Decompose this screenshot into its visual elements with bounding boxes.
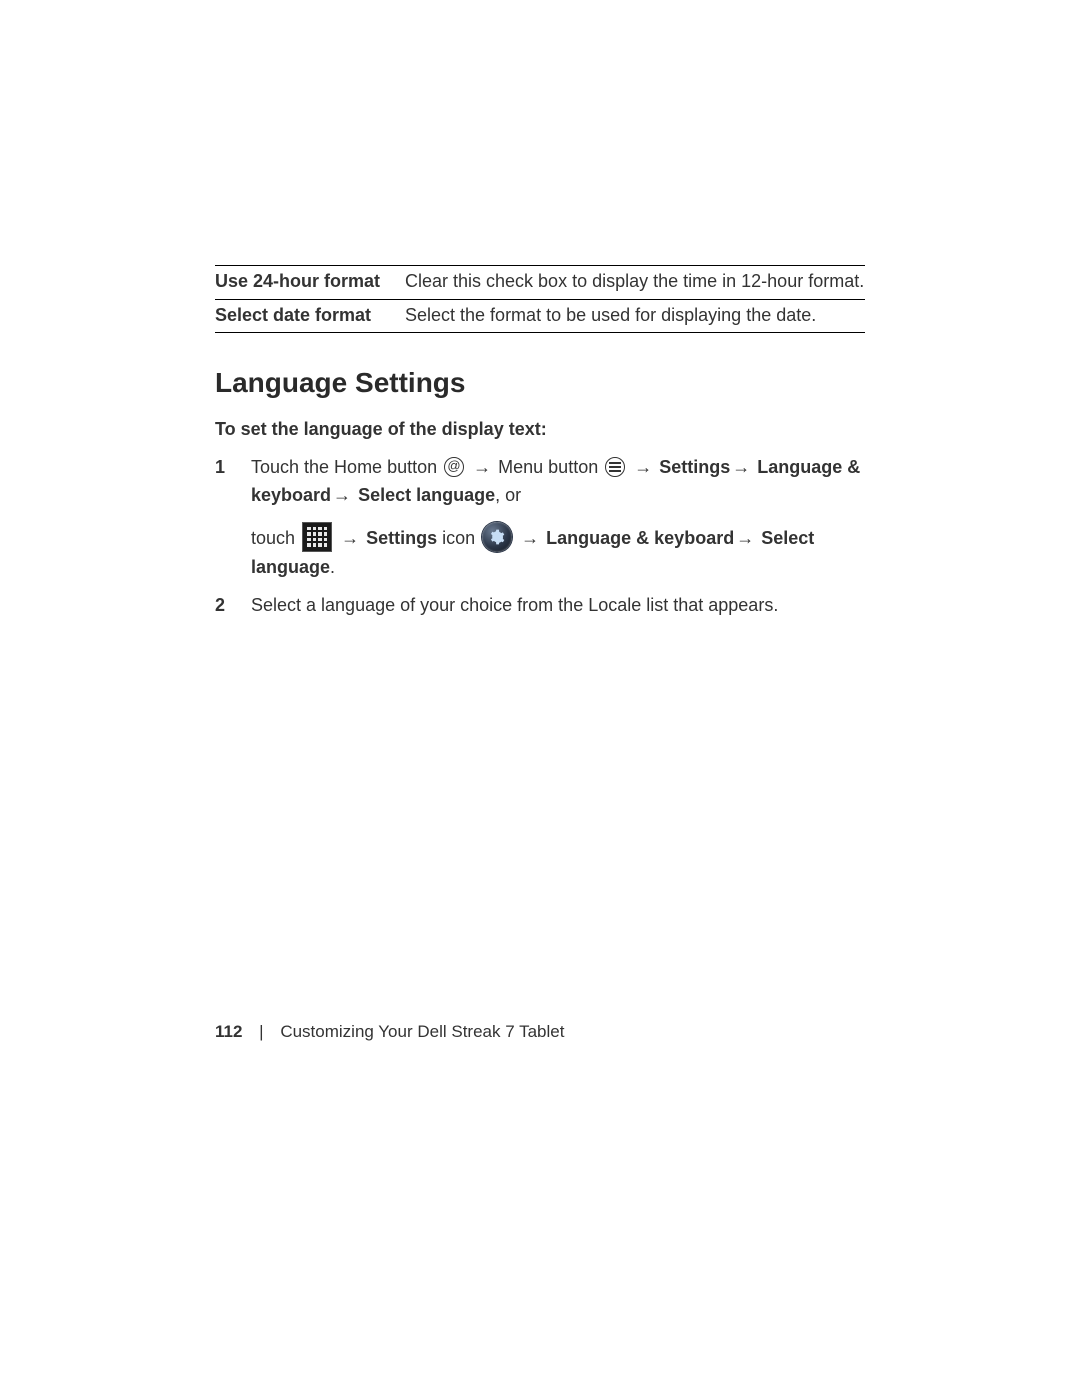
step-number: 1: [215, 454, 225, 482]
document-page: Use 24-hour format Clear this check box …: [0, 0, 1080, 1397]
footer-divider: |: [259, 1022, 263, 1041]
step-text-line2: touch → Settings icon → Language & keybo…: [251, 524, 865, 582]
setting-label: Select date format: [215, 299, 405, 333]
step-text: Select a language of your choice from th…: [251, 595, 778, 615]
home-icon: [444, 457, 464, 477]
table-row: Use 24-hour format Clear this check box …: [215, 266, 865, 300]
page-footer: 112 | Customizing Your Dell Streak 7 Tab…: [215, 1022, 564, 1042]
list-item: 2 Select a language of your choice from …: [215, 592, 865, 620]
arrow-icon: →: [730, 457, 752, 477]
setting-description: Select the format to be used for display…: [405, 299, 865, 333]
list-item: 1 Touch the Home button → Menu button → …: [215, 454, 865, 582]
arrow-icon: →: [331, 485, 353, 505]
step-list: 1 Touch the Home button → Menu button → …: [215, 454, 865, 620]
step-number: 2: [215, 592, 225, 620]
arrow-icon: →: [471, 457, 493, 477]
section-subheading: To set the language of the display text:: [215, 419, 865, 440]
arrow-icon: →: [734, 528, 756, 548]
arrow-icon: →: [519, 528, 541, 548]
menu-icon: [605, 457, 625, 477]
setting-description: Clear this check box to display the time…: [405, 266, 865, 300]
step-text: Touch the Home button → Menu button → Se…: [251, 457, 860, 505]
arrow-icon: →: [339, 528, 361, 548]
settings-gear-icon: [482, 522, 512, 552]
settings-table: Use 24-hour format Clear this check box …: [215, 265, 865, 333]
apps-grid-icon: [302, 522, 332, 552]
table-row: Select date format Select the format to …: [215, 299, 865, 333]
chapter-title: Customizing Your Dell Streak 7 Tablet: [280, 1022, 564, 1041]
setting-label: Use 24-hour format: [215, 266, 405, 300]
arrow-icon: →: [632, 457, 654, 477]
page-number: 112: [215, 1022, 242, 1041]
section-heading: Language Settings: [215, 367, 865, 399]
